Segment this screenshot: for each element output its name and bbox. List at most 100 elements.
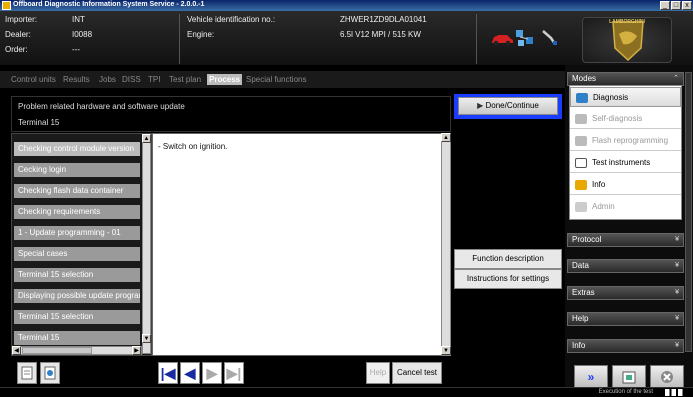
scroll-down-button[interactable]: ▼ <box>441 346 451 355</box>
importer-value: INT <box>72 15 85 24</box>
mode-flash-reprogramming[interactable]: Flash reprogramming <box>570 131 681 151</box>
section-label: Data <box>572 261 589 270</box>
order-label: Order: <box>5 45 28 54</box>
step-item[interactable]: Terminal 15 selection <box>14 310 140 324</box>
scroll-up-button[interactable]: ▲ <box>142 134 151 143</box>
step-list-vscroll[interactable] <box>142 134 151 354</box>
problem-title: Problem related hardware and software up… <box>18 102 185 111</box>
tab-test-plan[interactable]: Test plan <box>169 74 201 85</box>
network-icon[interactable] <box>515 28 535 48</box>
step-item[interactable]: Checking control module version <box>14 142 140 156</box>
step-item[interactable]: Checking requirements <box>14 205 140 219</box>
tab-special-functions[interactable]: Special functions <box>246 74 306 85</box>
step-item[interactable]: Cecking login <box>14 163 140 177</box>
previous-step-button[interactable]: ◀ <box>180 362 200 384</box>
engine-value: 6.5l V12 MPI / 515 KW <box>340 30 421 39</box>
info-header[interactable]: Info ¥ <box>567 339 684 353</box>
bottom-toolbar <box>0 356 565 387</box>
mode-label: Info <box>592 180 606 189</box>
dealer-label: Dealer: <box>5 30 31 39</box>
instruction-pane: - Switch on ignition. <box>152 133 442 356</box>
vin-value: ZHWER1ZD9DLA01041 <box>340 15 427 24</box>
scroll-up-button[interactable]: ▲ <box>441 133 451 142</box>
tab-tpi[interactable]: TPI <box>148 74 160 85</box>
tab-control-units[interactable]: Control units <box>11 74 56 85</box>
hscroll-thumb[interactable] <box>22 347 92 354</box>
close-button[interactable]: x <box>682 1 692 10</box>
step-item[interactable]: Terminal 15 <box>14 331 140 345</box>
data-header[interactable]: Data ¥ <box>567 259 684 273</box>
car-icon[interactable] <box>490 32 514 46</box>
instructions-for-settings-button[interactable]: Instructions for settings <box>454 269 562 289</box>
last-step-button[interactable]: ▶| <box>224 362 244 384</box>
section-label: Extras <box>572 288 595 297</box>
tab-process[interactable]: Process <box>207 74 243 85</box>
header-divider <box>179 14 180 64</box>
content-vscroll[interactable] <box>441 133 451 356</box>
importer-label: Importer: <box>5 15 38 24</box>
status-bar: Execution of the test <box>0 387 693 397</box>
done-label: Done/Continue <box>485 101 539 110</box>
scroll-right-button[interactable]: ▶ <box>132 346 141 355</box>
document-icon[interactable] <box>40 362 60 384</box>
protocol-header[interactable]: Protocol ¥ <box>567 233 684 247</box>
print-icon[interactable] <box>17 362 37 384</box>
help-button[interactable]: Help <box>366 362 390 384</box>
help-header[interactable]: Help ¥ <box>567 312 684 326</box>
info-icon <box>575 180 587 190</box>
mode-info[interactable]: Info <box>570 175 681 195</box>
mode-label: Flash reprogramming <box>592 136 669 145</box>
extras-header[interactable]: Extras ¥ <box>567 286 684 300</box>
mode-admin[interactable]: Admin <box>570 197 681 217</box>
progress-indicator <box>665 389 687 396</box>
play-icon: ▶ <box>477 101 486 110</box>
step-item[interactable]: 1 - Update programming - 01 <box>14 226 140 240</box>
right-panel-scroll[interactable] <box>685 72 692 352</box>
maximize-button[interactable]: □ <box>671 1 681 10</box>
status-text: Execution of the test <box>598 389 653 395</box>
window-title-bar: Offboard Diagnostic Information System S… <box>0 0 693 11</box>
cancel-test-button[interactable]: Cancel test <box>392 362 442 384</box>
expand-icon: ¥ <box>675 315 679 322</box>
expand-icon: ¥ <box>675 236 679 243</box>
step-item[interactable]: Terminal 15 selection <box>14 268 140 282</box>
next-step-button[interactable]: ▶ <box>202 362 222 384</box>
scroll-left-button[interactable]: ◀ <box>12 346 21 355</box>
collapse-icon: ⌃ <box>673 75 679 82</box>
self-diagnosis-icon <box>575 114 587 124</box>
section-label: Info <box>572 341 586 350</box>
step-item[interactable]: Special cases <box>14 247 140 261</box>
test-instruments-icon <box>575 158 587 168</box>
mode-label: Admin <box>592 202 615 211</box>
diagnosis-icon <box>576 93 588 103</box>
probe-icon[interactable] <box>541 28 559 46</box>
minimize-button[interactable]: _ <box>660 1 670 10</box>
step-item[interactable]: Checking flash data container <box>14 184 140 198</box>
admin-icon <box>575 202 587 212</box>
order-value: --- <box>72 45 80 54</box>
mode-self-diagnosis[interactable]: Self-diagnosis <box>570 109 681 129</box>
tab-jobs[interactable]: Jobs <box>99 74 116 85</box>
expand-icon: ¥ <box>675 262 679 269</box>
section-label: Protocol <box>572 235 602 244</box>
mode-test-instruments[interactable]: Test instruments <box>570 153 681 173</box>
function-description-button[interactable]: Function description <box>454 249 562 269</box>
instruction-text: - Switch on ignition. <box>158 142 228 151</box>
dealer-value: I0088 <box>72 30 93 39</box>
tab-results[interactable]: Results <box>63 74 90 85</box>
modes-label: Modes <box>572 74 597 83</box>
mode-diagnosis[interactable]: Diagnosis <box>570 87 681 107</box>
section-label: Help <box>572 314 589 323</box>
done-continue-button[interactable]: ▶ Done/Continue <box>458 97 558 115</box>
scroll-down-button[interactable]: ▼ <box>142 334 151 343</box>
logo-text: LAMBORGHINI <box>609 19 645 25</box>
tab-diss[interactable]: DISS <box>122 74 141 85</box>
flash-icon <box>575 136 587 146</box>
expand-icon: ¥ <box>675 289 679 296</box>
mode-label: Self-diagnosis <box>592 114 643 123</box>
engine-label: Engine: <box>187 30 215 39</box>
modes-header[interactable]: Modes ⌃ <box>567 72 684 86</box>
window-title: Offboard Diagnostic Information System S… <box>13 1 205 8</box>
first-step-button[interactable]: |◀ <box>158 362 178 384</box>
step-item[interactable]: Displaying possible update programming <box>14 289 140 303</box>
